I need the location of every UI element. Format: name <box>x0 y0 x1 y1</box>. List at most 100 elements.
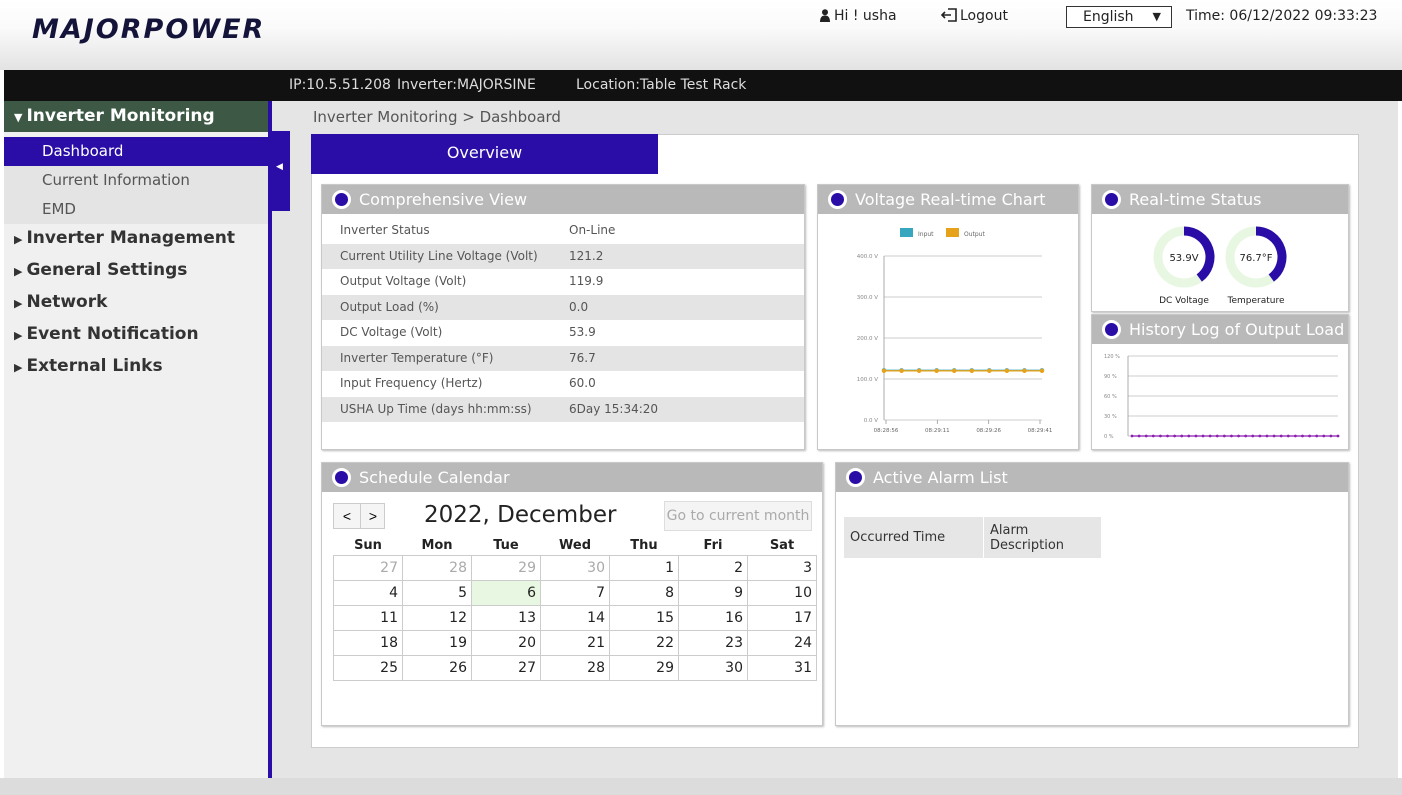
data-point <box>1039 368 1045 374</box>
info-key: Current Utility Line Voltage (Volt) <box>340 248 538 263</box>
chevron-down-icon: ▼ <box>1152 10 1161 23</box>
gauge-value: 53.9V <box>1169 253 1198 264</box>
calendar-day[interactable]: 24 <box>747 629 817 656</box>
sidebar-item-label: External Links <box>26 356 163 376</box>
bullet-icon <box>846 468 865 487</box>
calendar-day[interactable]: 19 <box>402 629 472 656</box>
calendar-day[interactable]: 27 <box>333 554 403 581</box>
alarm-col-occurred-time: Occurred Time <box>843 516 984 559</box>
y-tick-label: 60 % <box>1104 394 1117 400</box>
info-row: Current Utility Line Voltage (Volt) 121.2 <box>322 243 804 269</box>
calendar-day[interactable]: 3 <box>747 554 817 581</box>
sidebar-item-current-information[interactable]: Current Information <box>4 166 268 195</box>
calendar-day[interactable]: 5 <box>402 579 472 606</box>
calendar-day[interactable]: 4 <box>333 579 403 606</box>
calendar-day[interactable]: 21 <box>540 629 610 656</box>
calendar-day[interactable]: 30 <box>678 654 748 681</box>
calendar-day[interactable]: 27 <box>471 654 541 681</box>
calendar-day[interactable]: 23 <box>678 629 748 656</box>
calendar-day[interactable]: 25 <box>333 654 403 681</box>
sidebar-item-event-notification[interactable]: ▶ Event Notification <box>4 319 268 350</box>
calendar-day[interactable]: 26 <box>402 654 472 681</box>
calendar-day[interactable]: 14 <box>540 604 610 631</box>
calendar-day[interactable]: 9 <box>678 579 748 606</box>
calendar-day[interactable]: 8 <box>609 579 679 606</box>
x-tick-label: 08:29:26 <box>976 428 1001 434</box>
data-point <box>1137 434 1141 438</box>
sidebar-item-emd[interactable]: EMD <box>4 195 268 224</box>
calendar-day[interactable]: 22 <box>609 629 679 656</box>
sidebar-item-network[interactable]: ▶ Network <box>4 287 268 318</box>
data-point <box>1237 434 1240 438</box>
data-point <box>916 368 922 374</box>
calendar-day[interactable]: 30 <box>540 554 610 581</box>
data-point <box>1265 434 1269 438</box>
voltage-chart-card: Voltage Real-time Chart Input Output 400.0… <box>817 184 1079 450</box>
legend-label: Input <box>918 231 934 238</box>
logo: MAJORPOWER <box>32 14 266 45</box>
calendar-day[interactable]: 1 <box>609 554 679 581</box>
sidebar-item-inverter-monitoring[interactable]: ▼ Inverter Monitoring <box>4 101 268 132</box>
location-text: Location:Table Test Rack <box>576 77 747 93</box>
data-point <box>969 368 974 374</box>
calendar-day[interactable]: 20 <box>471 629 541 656</box>
sidebar-item-label: General Settings <box>26 260 188 280</box>
triangle-right-icon: ▶ <box>14 265 23 278</box>
calendar-day[interactable]: 7 <box>540 579 610 606</box>
info-key: Output Load (%) <box>340 299 439 314</box>
calendar-day[interactable]: 29 <box>609 654 679 681</box>
y-tick-label: 400.0 V <box>857 254 878 260</box>
calendar-grid: Sun Mon Tue Wed Thu Fri Sat 27 28 29 30 1 2 3 4 5 6 7 8 9 10… <box>333 537 817 681</box>
calendar-day[interactable]: 28 <box>402 554 472 581</box>
triangle-right-icon: ▶ <box>14 329 23 342</box>
data-point <box>1301 434 1304 438</box>
calendar-day[interactable]: 15 <box>609 604 679 631</box>
calendar-day[interactable]: 11 <box>333 604 403 631</box>
tab-overview[interactable]: Overview <box>311 134 658 174</box>
calendar-day[interactable]: 6 <box>471 579 541 606</box>
legend-swatch <box>900 228 913 237</box>
next-month-button[interactable]: > <box>360 504 385 528</box>
collapse-sidebar-button[interactable]: ◀ <box>268 131 290 211</box>
sidebar-item-label: Network <box>26 292 108 312</box>
bullet-icon <box>332 190 351 209</box>
legend-swatch <box>946 228 959 237</box>
alarm-table: Occurred Time Alarm Description <box>843 516 1102 559</box>
logout-link[interactable]: Logout <box>940 8 1008 24</box>
gauge-value: 76.7°F <box>1239 253 1272 264</box>
alarm-col-description: Alarm Description <box>983 516 1102 559</box>
calendar-day[interactable]: 10 <box>747 579 817 606</box>
calendar-day[interactable]: 2 <box>678 554 748 581</box>
calendar-day[interactable]: 18 <box>333 629 403 656</box>
sidebar-item-label: Inverter Monitoring <box>26 106 215 126</box>
calendar-day[interactable]: 16 <box>678 604 748 631</box>
sidebar-item-external-links[interactable]: ▶ External Links <box>4 351 268 382</box>
info-row: Output Voltage (Volt) 119.9 <box>322 269 804 294</box>
go-to-current-month-button[interactable]: Go to current month <box>664 501 812 531</box>
breadcrumb: Inverter Monitoring > Dashboard <box>313 108 561 126</box>
calendar-month-title: 2022, December <box>424 502 617 528</box>
calendar-day[interactable]: 31 <box>747 654 817 681</box>
language-select[interactable]: English ▼ <box>1066 6 1172 28</box>
info-row: DC Voltage (Volt) 53.9 <box>322 320 804 345</box>
calendar-day[interactable]: 13 <box>471 604 541 631</box>
weekday-header: Tue <box>493 538 519 554</box>
triangle-left-icon: ◀ <box>276 162 283 172</box>
data-point <box>1187 434 1191 438</box>
sidebar-item-general-settings[interactable]: ▶ General Settings <box>4 255 268 286</box>
calendar-day[interactable]: 28 <box>540 654 610 681</box>
calendar-day[interactable]: 17 <box>747 604 817 631</box>
y-tick-label: 30 % <box>1104 414 1117 420</box>
data-point <box>881 368 887 374</box>
info-value: 6Day 15:34:20 <box>569 401 659 416</box>
y-tick-label: 200.0 V <box>857 336 878 342</box>
sidebar-item-inverter-management[interactable]: ▶ Inverter Management <box>4 223 268 254</box>
sidebar-item-dashboard[interactable]: Dashboard <box>4 137 268 166</box>
calendar-day[interactable]: 12 <box>402 604 472 631</box>
triangle-right-icon: ▶ <box>14 297 23 310</box>
card-header: Real-time Status <box>1092 185 1348 214</box>
info-value: 119.9 <box>569 274 604 288</box>
calendar-day[interactable]: 29 <box>471 554 541 581</box>
prev-month-button[interactable]: < <box>334 504 360 528</box>
sidebar-item-label: Event Notification <box>26 324 199 344</box>
